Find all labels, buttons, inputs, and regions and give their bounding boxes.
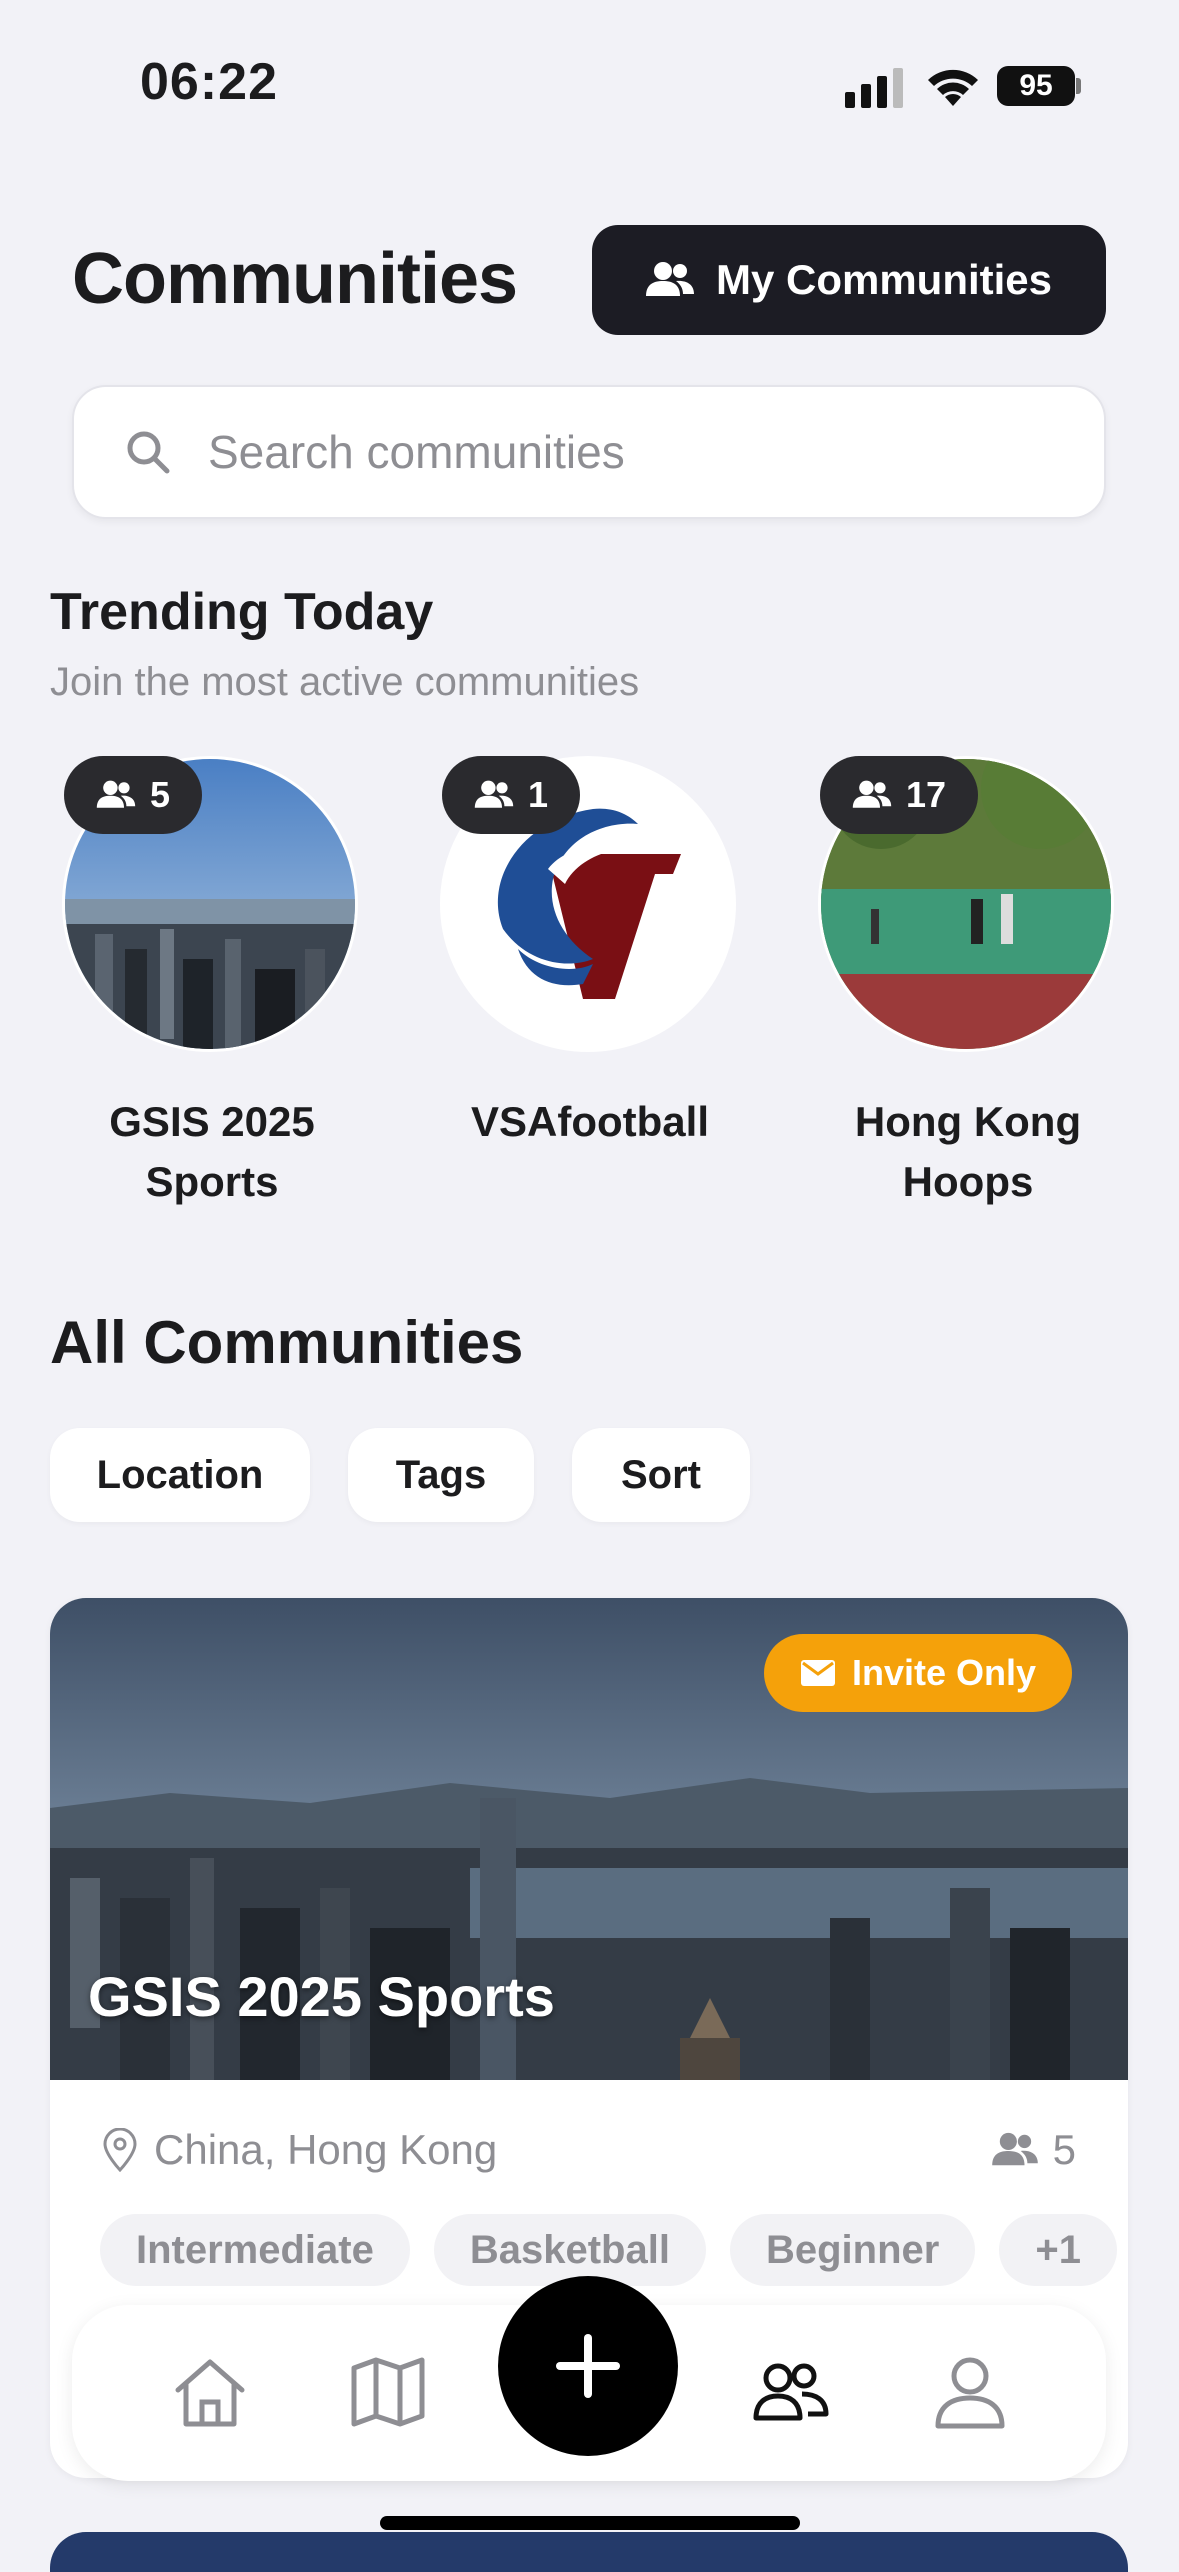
- create-community-button[interactable]: [498, 2276, 678, 2456]
- sort-button[interactable]: Sort: [572, 1428, 750, 1522]
- card-title: GSIS 2025 Sports: [88, 1965, 555, 2028]
- trending-item-vsafootball[interactable]: 1: [440, 756, 736, 1052]
- people-icon: [474, 780, 514, 808]
- page-title: Communities: [72, 239, 518, 319]
- my-communities-button[interactable]: My Communities: [592, 225, 1106, 335]
- trending-item-name: VSAfootball: [471, 1098, 709, 1145]
- people-icon: [96, 780, 136, 808]
- filter-tags-button[interactable]: Tags: [348, 1428, 534, 1522]
- wifi-icon: [928, 69, 978, 106]
- status-time: 06:22: [140, 53, 278, 111]
- location-text: China, Hong Kong: [154, 2126, 498, 2173]
- member-count-badge: 5: [64, 756, 203, 834]
- tag-list: Intermediate Basketball Beginner +1: [100, 2214, 1128, 2286]
- invite-only-badge: Invite Only: [764, 1634, 1073, 1712]
- card-location: China, Hong Kong: [102, 2126, 497, 2174]
- member-count-badge: 17: [820, 756, 979, 834]
- tag: Intermediate: [100, 2214, 410, 2286]
- card-members: 5: [991, 2126, 1076, 2174]
- trending-item-name: GSIS 2025 Sports: [109, 1098, 315, 1205]
- next-community-card[interactable]: [50, 2532, 1128, 2572]
- envelope-icon: [801, 1660, 835, 1686]
- search-icon: [127, 431, 170, 474]
- battery-nub: [1076, 78, 1081, 94]
- location-pin-icon: [103, 2128, 137, 2172]
- people-icon: [645, 262, 694, 296]
- trending-title: Trending Today: [50, 583, 434, 641]
- tag: Basketball: [433, 2214, 706, 2286]
- profile-icon[interactable]: [930, 2352, 1010, 2432]
- member-count: 5: [150, 774, 171, 815]
- tag: +1: [999, 2214, 1117, 2286]
- trending-item-gsis[interactable]: 5: [62, 756, 358, 1052]
- filter-location-button[interactable]: Location: [50, 1428, 310, 1522]
- all-communities-title: All Communities: [50, 1309, 524, 1376]
- member-count: 5: [1052, 2126, 1076, 2173]
- member-count-badge: 1: [442, 756, 581, 834]
- member-count: 1: [528, 774, 549, 815]
- invite-only-label: Invite Only: [852, 1652, 1037, 1693]
- my-communities-label: My Communities: [715, 256, 1053, 303]
- home-icon[interactable]: [170, 2352, 250, 2432]
- cellular-signal-icon: [845, 68, 903, 108]
- people-icon: [991, 2132, 1038, 2166]
- home-indicator[interactable]: [380, 2516, 800, 2530]
- battery-indicator: 95: [997, 66, 1075, 106]
- search-bar[interactable]: Search communities: [72, 385, 1106, 519]
- people-icon: [852, 780, 892, 808]
- trending-item-hk-hoops[interactable]: 17: [818, 756, 1114, 1052]
- trending-subtitle: Join the most active communities: [50, 660, 640, 704]
- trending-item-name: Hong Kong Hoops: [854, 1098, 1082, 1205]
- member-count: 17: [906, 774, 947, 815]
- communities-icon[interactable]: [750, 2352, 830, 2432]
- search-input[interactable]: Search communities: [208, 425, 625, 479]
- map-icon[interactable]: [348, 2352, 428, 2432]
- add-icon: [556, 2334, 620, 2398]
- tag: Beginner: [729, 2214, 976, 2286]
